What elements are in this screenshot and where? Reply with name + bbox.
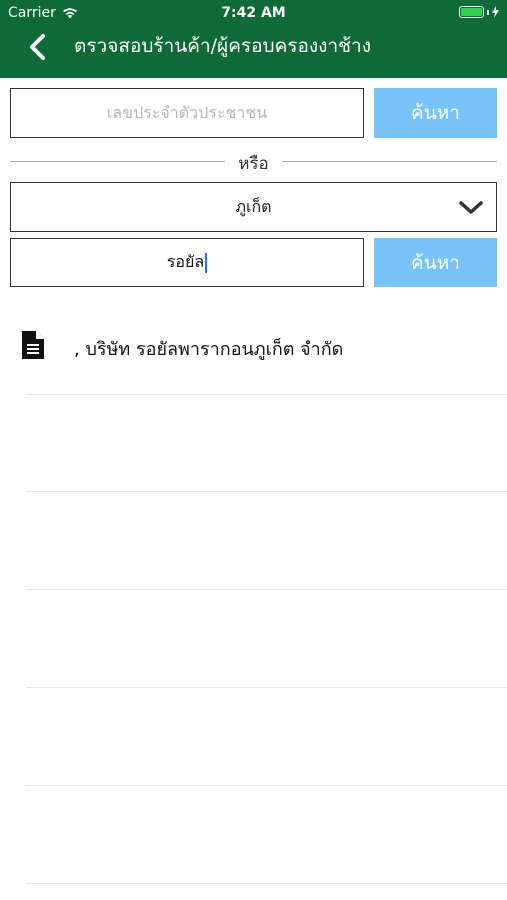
chevron-left-icon[interactable]: [24, 32, 54, 62]
document-icon: [22, 331, 44, 359]
citizen-id-placeholder: เลขประจำตัวประชาชน: [106, 102, 268, 122]
divider-label: หรือ: [238, 154, 269, 174]
list-separator: [26, 394, 507, 395]
shop-name-input[interactable]: รอยัล: [10, 238, 364, 287]
list-separator: [26, 589, 507, 590]
shop-name-value: รอยัล: [166, 252, 205, 271]
list-item[interactable]: , บริษัท รอยัลพารากอนภูเก็ต จำกัด: [0, 322, 507, 372]
battery-icon: [459, 6, 499, 18]
list-separator: [26, 785, 507, 786]
province-select[interactable]: ภูเก็ต: [10, 182, 497, 232]
province-selected-value: ภูเก็ต: [235, 196, 272, 216]
app-header: Carrier 7:42 AM ตรวจสอบร้านค้า/ผู้ครอบคร…: [0, 0, 507, 78]
search-by-name-button[interactable]: ค้นหา: [374, 238, 497, 287]
divider-line-right: [282, 161, 497, 162]
list-separator: [26, 687, 507, 688]
nav-bar: ตรวจสอบร้านค้า/ผู้ครอบครองงาช้าง: [0, 26, 507, 78]
charging-icon: [492, 6, 499, 18]
page-title: ตรวจสอบร้านค้า/ผู้ครอบครองงาช้าง: [74, 35, 371, 57]
or-divider: หรือ: [10, 150, 497, 174]
chevron-down-icon: [459, 201, 483, 214]
list-separator: [26, 883, 507, 884]
status-time: 7:42 AM: [221, 5, 286, 21]
text-caret: [205, 252, 208, 273]
status-bar: Carrier 7:42 AM: [0, 0, 507, 26]
search-by-id-button[interactable]: ค้นหา: [374, 88, 497, 138]
citizen-id-input[interactable]: เลขประจำตัวประชาชน: [10, 88, 364, 138]
list-separator: [26, 491, 507, 492]
list-item-label: , บริษัท รอยัลพารากอนภูเก็ต จำกัด: [74, 339, 344, 360]
